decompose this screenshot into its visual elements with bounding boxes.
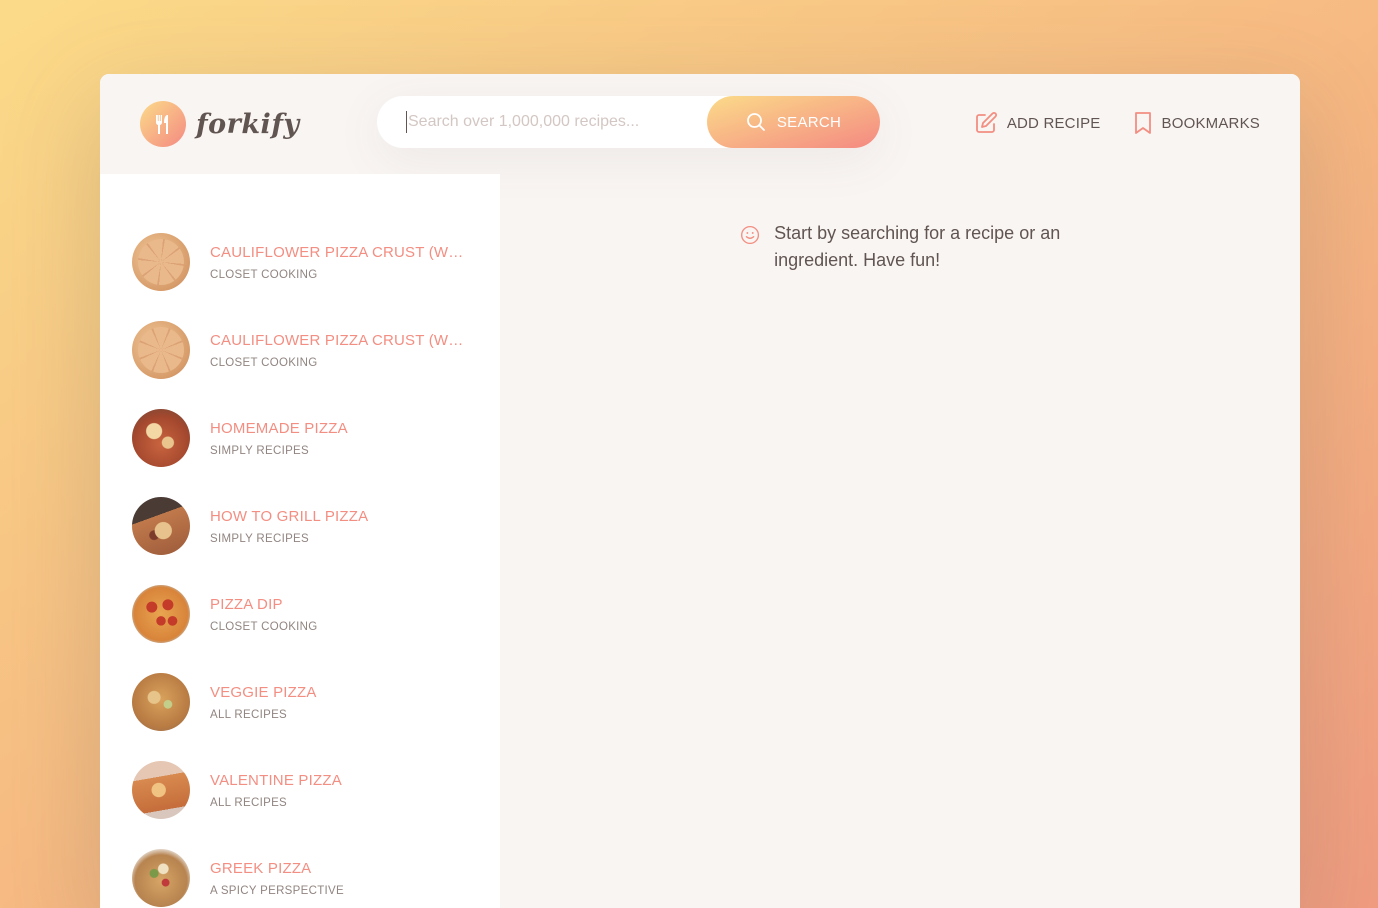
recipe-thumbnail [132, 497, 190, 555]
result-item[interactable]: GREEK PIZZA A SPICY PERSPECTIVE [100, 834, 500, 908]
app-container: forkify SEARCH ADD RECIPE [100, 74, 1300, 908]
message-text: Start by searching for a recipe or an in… [774, 223, 1061, 270]
search-button[interactable]: SEARCH [707, 96, 880, 148]
logo-text: forkify [196, 108, 300, 140]
result-item[interactable]: HOW TO GRILL PIZZA SIMPLY RECIPES [100, 482, 500, 570]
result-publisher: CLOSET COOKING [210, 268, 318, 281]
bookmarks-label: BOOKMARKS [1161, 114, 1260, 132]
result-publisher: SIMPLY RECIPES [210, 444, 310, 457]
results-list: CAULIFLOWER PIZZA CRUST (WIT... CLOSET C… [100, 174, 500, 908]
result-publisher: A SPICY PERSPECTIVE [210, 884, 344, 897]
result-publisher: ALL RECIPES [210, 708, 288, 721]
header: forkify SEARCH ADD RECIPE [100, 74, 1300, 174]
bookmark-icon [1134, 112, 1151, 134]
search-input[interactable] [406, 111, 706, 133]
recipe-thumbnail [132, 321, 190, 379]
result-item[interactable]: HOMEMADE PIZZA SIMPLY RECIPES [100, 394, 500, 482]
result-item[interactable]: CAULIFLOWER PIZZA CRUST (WIT... CLOSET C… [100, 218, 500, 306]
bookmarks-button[interactable]: BOOKMARKS [1133, 111, 1261, 135]
result-title: VEGGIE PIZZA [210, 683, 317, 701]
search-form: SEARCH [377, 96, 880, 148]
result-item[interactable]: VALENTINE PIZZA ALL RECIPES [100, 746, 500, 834]
recipe-thumbnail [132, 673, 190, 731]
recipe-thumbnail [132, 849, 190, 907]
search-icon [746, 113, 765, 131]
result-title: GREEK PIZZA [210, 859, 312, 877]
recipe-thumbnail [132, 233, 190, 291]
result-title: PIZZA DIP [210, 595, 283, 613]
logo[interactable]: forkify [140, 101, 300, 147]
recipe-thumbnail [132, 761, 190, 819]
result-title: HOW TO GRILL PIZZA [210, 507, 369, 525]
search-button-label: SEARCH [776, 113, 842, 131]
smile-icon [741, 225, 760, 245]
result-item[interactable]: PIZZA DIP CLOSET COOKING [100, 570, 500, 658]
recipe-thumbnail [132, 585, 190, 643]
add-recipe-button[interactable]: ADD RECIPE [974, 111, 1101, 135]
result-title: CAULIFLOWER PIZZA CRUST (WIT... [210, 331, 465, 349]
result-item[interactable]: VEGGIE PIZZA ALL RECIPES [100, 658, 500, 746]
start-message: Start by searching for a recipe or an in… [740, 220, 1080, 274]
recipe-thumbnail [132, 409, 190, 467]
result-publisher: CLOSET COOKING [210, 356, 318, 369]
result-title: HOMEMADE PIZZA [210, 419, 348, 437]
nav: ADD RECIPE BOOKMARKS [974, 111, 1260, 135]
result-item[interactable]: CAULIFLOWER PIZZA CRUST (WIT... CLOSET C… [100, 306, 500, 394]
fork-knife-icon [140, 101, 186, 147]
result-title: VALENTINE PIZZA [210, 771, 342, 789]
result-publisher: SIMPLY RECIPES [210, 532, 310, 545]
result-publisher: ALL RECIPES [210, 796, 288, 809]
edit-icon [975, 112, 997, 133]
result-title: CAULIFLOWER PIZZA CRUST (WIT... [210, 243, 465, 261]
add-recipe-label: ADD RECIPE [1006, 114, 1101, 132]
search-results: CAULIFLOWER PIZZA CRUST (WIT... CLOSET C… [100, 174, 500, 908]
result-publisher: CLOSET COOKING [210, 620, 318, 633]
